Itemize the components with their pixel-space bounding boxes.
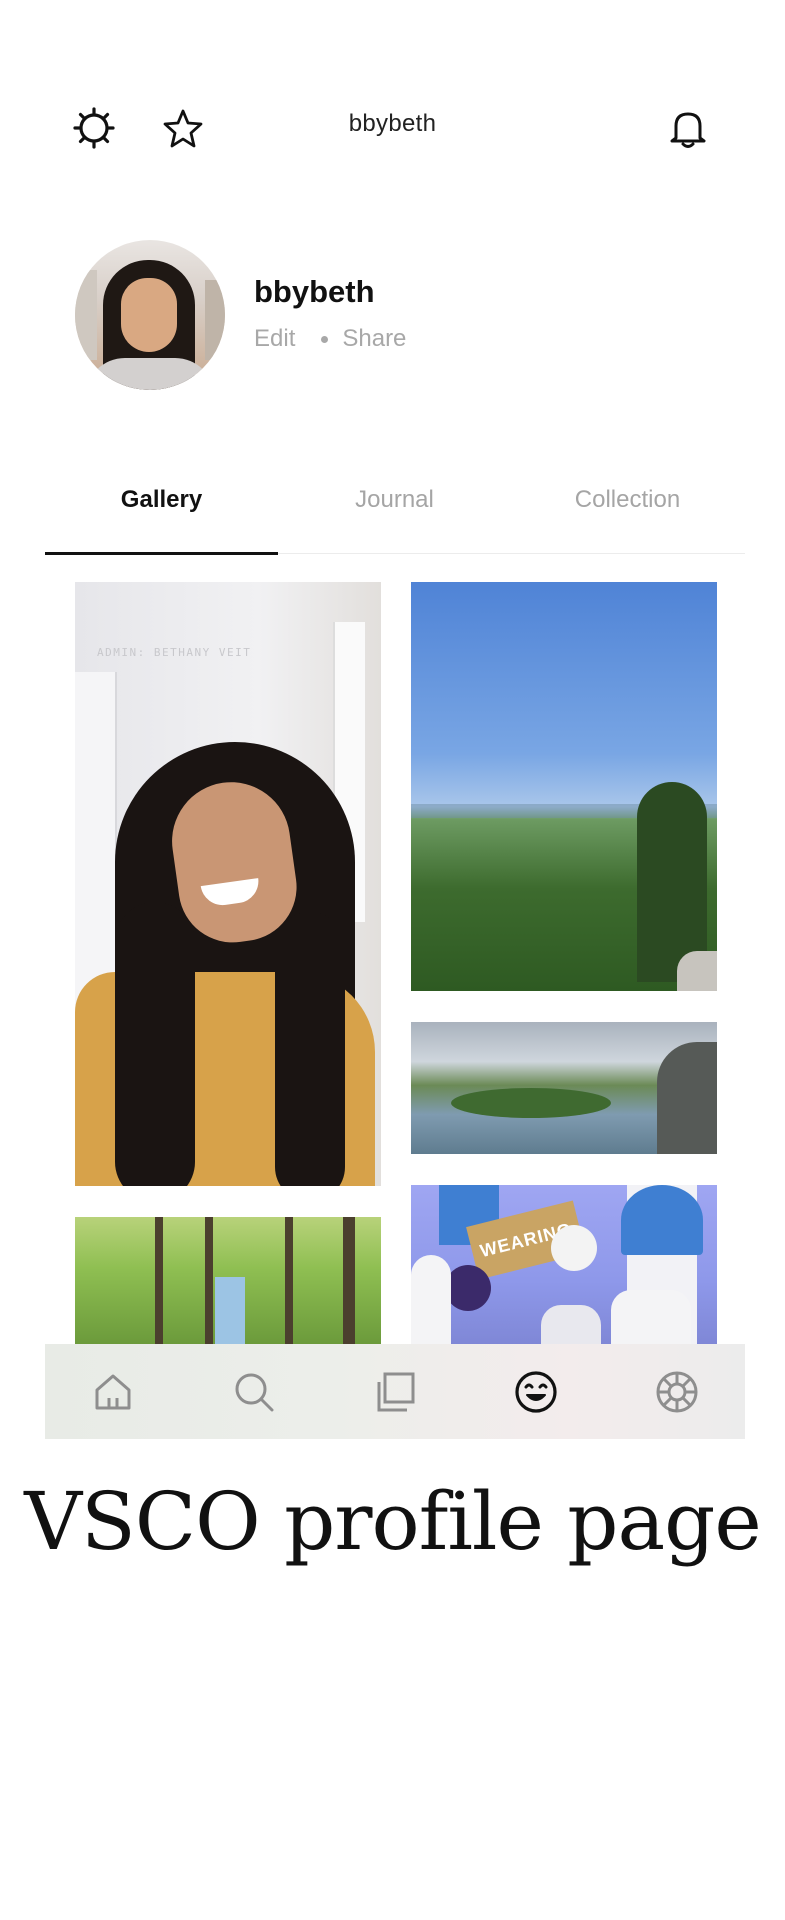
nav-home[interactable] xyxy=(89,1368,137,1416)
tab-collection[interactable]: Collection xyxy=(511,486,744,514)
nav-studio[interactable] xyxy=(371,1368,419,1416)
gallery-photo-landscape[interactable] xyxy=(411,582,717,991)
active-tab-indicator xyxy=(45,552,278,555)
tab-journal[interactable]: Journal xyxy=(278,486,511,514)
nav-search[interactable] xyxy=(230,1368,278,1416)
gallery-photo-selfie[interactable]: ADMIN: BETHANY VEIT xyxy=(75,582,381,1186)
nav-camera[interactable] xyxy=(653,1368,701,1416)
profile-actions: Edit Share xyxy=(254,325,406,353)
gallery-photo-river[interactable] xyxy=(411,1022,717,1154)
share-link[interactable]: Share xyxy=(342,325,406,353)
notifications-button[interactable] xyxy=(666,106,710,150)
profile-username: bbybeth xyxy=(254,274,375,309)
search-icon xyxy=(235,1373,274,1412)
camera-icon xyxy=(656,1371,698,1413)
studio-icon xyxy=(377,1372,415,1412)
gallery-photo-cheer[interactable]: WEARING xyxy=(411,1185,717,1345)
avatar[interactable] xyxy=(75,240,225,390)
tab-gallery[interactable]: Gallery xyxy=(45,486,278,514)
home-icon xyxy=(95,1374,131,1410)
profile-icon xyxy=(515,1371,557,1413)
photo-caption: ADMIN: BETHANY VEIT xyxy=(97,646,252,659)
separator-dot xyxy=(321,335,329,343)
bottom-nav xyxy=(45,1344,745,1439)
nav-profile[interactable] xyxy=(512,1368,560,1416)
page-caption: VSCO profile page xyxy=(24,1475,761,1568)
gallery-photo-trees[interactable] xyxy=(75,1217,381,1345)
bell-icon xyxy=(670,112,706,148)
edit-link[interactable]: Edit xyxy=(254,325,295,353)
